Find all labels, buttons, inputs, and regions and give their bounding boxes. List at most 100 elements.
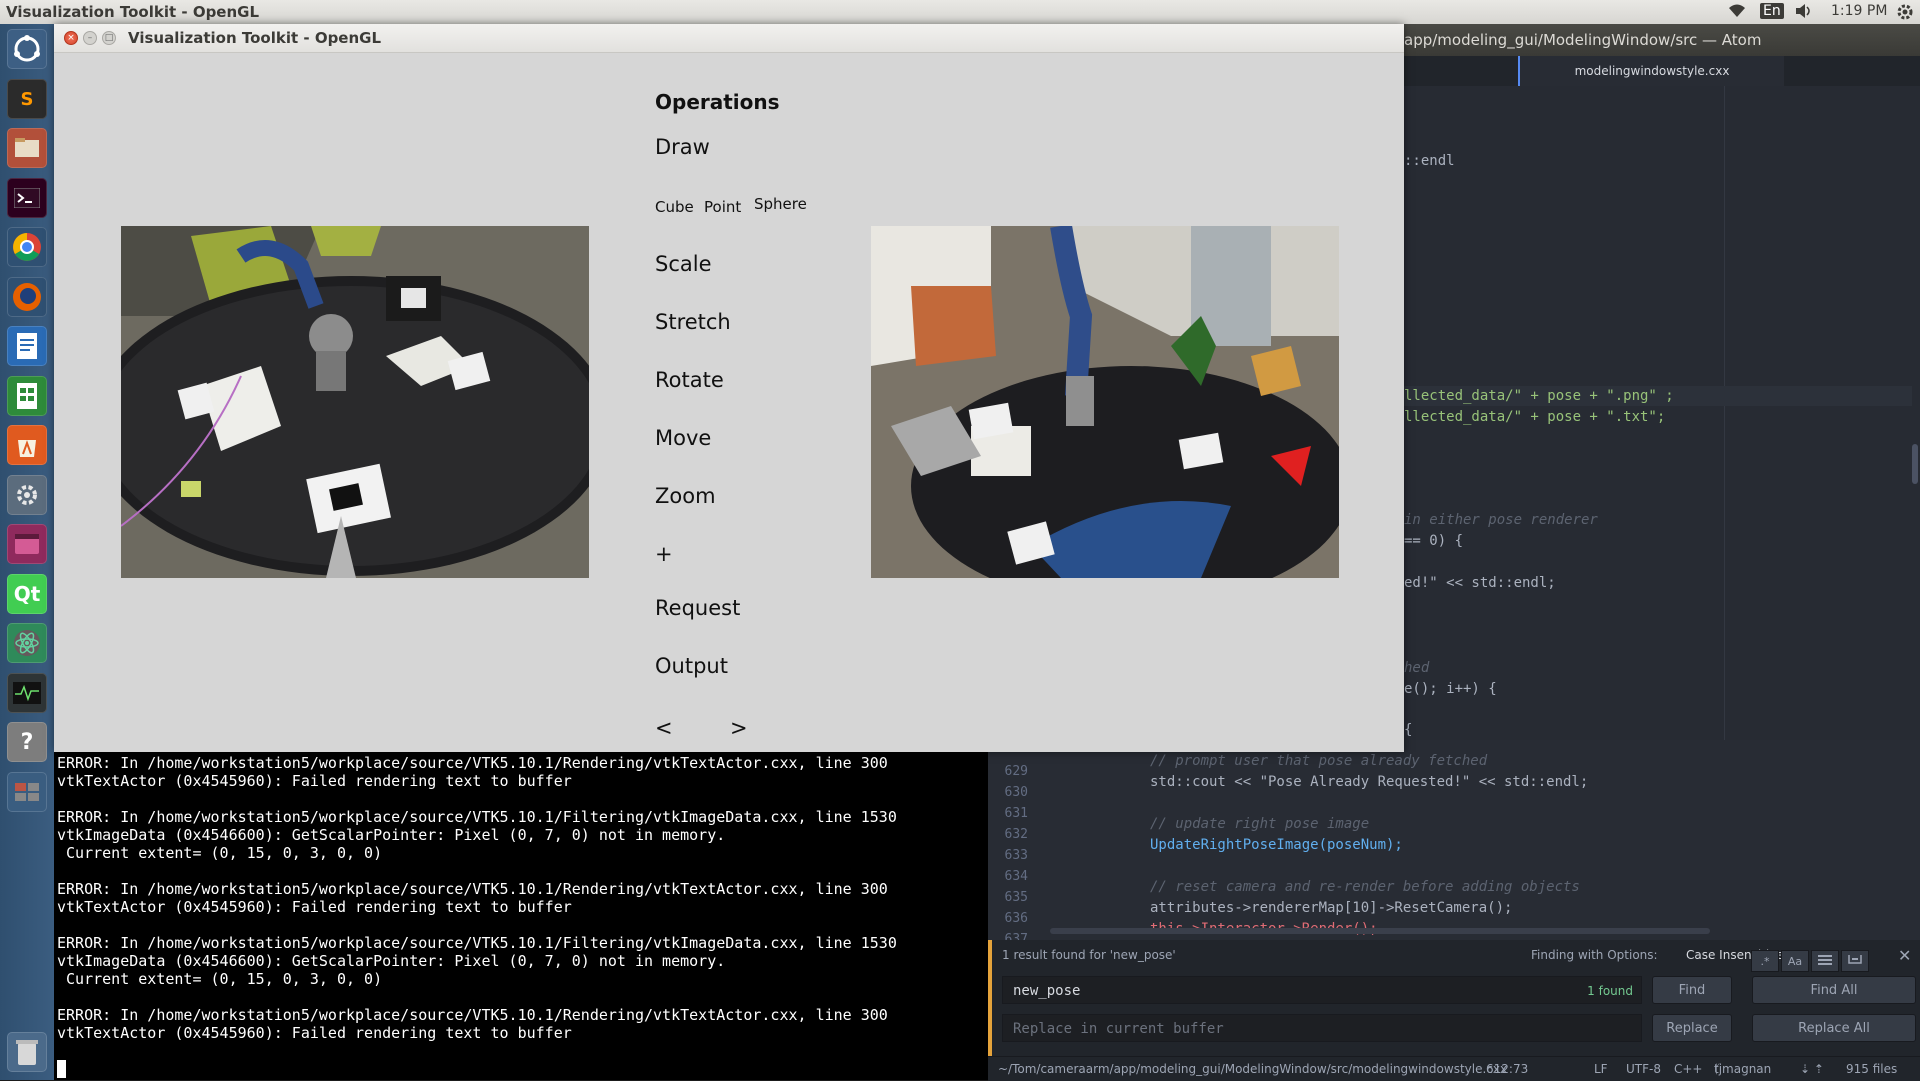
rotate-button[interactable]: Rotate [655, 368, 724, 392]
code-line: in either pose renderer [1404, 512, 1598, 528]
replace-button[interactable]: Replace [1652, 1014, 1732, 1042]
vtk-title-bar[interactable]: × – □ Visualization Toolkit - OpenGL [54, 24, 1404, 53]
code-line: // prompt user that pose already fetched [1150, 753, 1488, 769]
gear-icon[interactable] [1896, 3, 1914, 25]
line-number: 633 [1004, 848, 1028, 863]
atom-status-bar: ~/Tom/cameraarm/app/modeling_gui/Modelin… [988, 1056, 1920, 1081]
stretch-button[interactable]: Stretch [655, 310, 731, 334]
code-line: llected_data/" + pose + ".txt"; [1404, 409, 1666, 425]
code-line: // reset camera and re-render before add… [1150, 879, 1580, 895]
keyboard-layout-indicator[interactable]: En [1760, 3, 1784, 19]
line-ending[interactable]: LF [1594, 1057, 1608, 1081]
replace-input[interactable]: Replace in current buffer [1002, 1014, 1642, 1042]
code-line: std::cout << "Pose Already Requested!" <… [1150, 774, 1589, 790]
cursor-position[interactable]: 612:73 [1486, 1057, 1528, 1081]
qt-creator-icon[interactable]: Qt [7, 574, 47, 614]
line-number: 635 [1004, 890, 1028, 905]
terminal-line: ERROR: In /home/workstation5/workplace/s… [57, 1006, 888, 1024]
previous-button[interactable]: < [655, 716, 673, 740]
calc-icon[interactable] [7, 376, 47, 416]
sphere-button[interactable]: Sphere [754, 195, 807, 213]
find-all-button[interactable]: Find All [1752, 976, 1916, 1004]
replace-all-button[interactable]: Replace All [1752, 1014, 1916, 1042]
vtk-window: × – □ Visualization Toolkit - OpenGL Ope… [54, 24, 1404, 752]
code-line: // update right pose image [1150, 816, 1370, 832]
terminal-cursor [57, 1060, 66, 1078]
cube-button[interactable]: Cube [655, 198, 694, 216]
close-icon[interactable]: ✕ [1898, 946, 1911, 965]
terminal-line: ERROR: In /home/workstation5/workplace/s… [57, 808, 897, 826]
scale-button[interactable]: Scale [655, 252, 712, 276]
settings-icon[interactable] [7, 475, 47, 515]
grammar[interactable]: C++ [1674, 1057, 1703, 1081]
code-line: UpdateRightPoseImage(poseNum); [1150, 837, 1403, 853]
right-camera-image[interactable] [871, 226, 1339, 578]
file-path[interactable]: ~/Tom/cameraarm/app/modeling_gui/Modelin… [998, 1057, 1507, 1081]
atom-icon[interactable] [7, 623, 47, 663]
terminal-line: vtkImageData (0x4546600): GetScalarPoint… [57, 952, 726, 970]
firefox-icon[interactable] [7, 277, 47, 317]
code-line: { [1404, 722, 1413, 738]
code-line: == 0) { [1404, 533, 1464, 549]
branch-name: tjmagnan [1714, 1062, 1772, 1076]
code-line: e(); i++) { [1404, 681, 1497, 697]
left-camera-image[interactable] [121, 226, 589, 578]
request-button[interactable]: Request [655, 596, 740, 620]
volume-icon[interactable] [1794, 3, 1814, 23]
top-panel: Visualization Toolkit - OpenGL En 1:19 P… [0, 0, 1920, 24]
software-center-icon[interactable] [7, 425, 47, 465]
close-icon[interactable]: × [64, 31, 78, 45]
maximize-icon[interactable]: □ [102, 31, 116, 45]
workspace-icon[interactable] [7, 772, 47, 812]
find-button[interactable]: Find [1652, 976, 1732, 1004]
files-icon[interactable] [7, 128, 47, 168]
code-line: attributes->rendererMap[10]->ResetCamera… [1150, 900, 1513, 916]
point-button[interactable]: Point [704, 198, 741, 216]
terminal-line: ERROR: In /home/workstation5/workplace/s… [57, 934, 897, 952]
zoom-button[interactable]: Zoom [655, 484, 716, 508]
whole-word-toggle-button[interactable] [1841, 950, 1869, 972]
app-icon[interactable] [7, 524, 47, 564]
atom-title-bar: app/modeling_gui/ModelingWindow/src — At… [1404, 24, 1920, 56]
trash-icon[interactable] [7, 1032, 47, 1072]
found-count: 1 found [1587, 984, 1633, 998]
fetch-icon[interactable]: ⇣ ⇡ [1800, 1057, 1824, 1081]
output-button[interactable]: Output [655, 654, 728, 678]
operations-heading: Operations [655, 90, 780, 114]
line-number: 630 [1004, 785, 1028, 800]
clock[interactable]: 1:19 PM [1831, 3, 1887, 19]
writer-icon[interactable] [7, 326, 47, 366]
line-number: 632 [1004, 827, 1028, 842]
line-number: 631 [1004, 806, 1028, 821]
active-window-title: Visualization Toolkit - OpenGL [6, 3, 260, 21]
file-count[interactable]: 915 files [1846, 1057, 1897, 1081]
editor-scrollbar[interactable] [1912, 444, 1918, 484]
minimize-icon[interactable]: – [83, 31, 97, 45]
case-sensitive-toggle-button[interactable]: Aa [1781, 950, 1809, 972]
tab-modelingwindowstyle[interactable]: modelingwindowstyle.cxx [1518, 56, 1784, 86]
file-encoding[interactable]: UTF-8 [1626, 1057, 1661, 1081]
terminal-output[interactable]: ERROR: In /home/workstation5/workplace/s… [54, 752, 988, 1080]
add-button[interactable]: + [655, 542, 673, 566]
atom-tab-bar: modelingwindowstyle.cxx [1404, 56, 1920, 86]
find-input[interactable]: new_pose 1 found [1002, 976, 1642, 1004]
sublime-text-icon[interactable]: S [7, 79, 47, 119]
find-options-label: Finding with Options: [1531, 948, 1658, 962]
help-icon[interactable]: ? [7, 722, 47, 762]
terminal-icon[interactable] [7, 178, 47, 218]
wifi-icon[interactable] [1728, 3, 1746, 23]
ubuntu-icon[interactable] [7, 29, 47, 69]
regex-toggle-button[interactable]: .* [1751, 950, 1779, 972]
code-line: ed!" << std::endl; [1404, 575, 1556, 591]
find-replace-panel: 1 result found for 'new_pose' Finding wi… [988, 940, 1920, 1056]
next-button[interactable]: > [730, 716, 748, 740]
selection-only-toggle-button[interactable] [1811, 950, 1839, 972]
terminal-line: Current extent= (0, 15, 0, 3, 0, 0) [57, 844, 383, 862]
horizontal-scrollbar[interactable] [1050, 928, 1710, 934]
terminal-line: vtkTextActor (0x4545960): Failed renderi… [57, 772, 572, 790]
move-button[interactable]: Move [655, 426, 711, 450]
chrome-icon[interactable] [7, 227, 47, 267]
vtk-window-title: Visualization Toolkit - OpenGL [128, 29, 382, 47]
draw-button[interactable]: Draw [655, 135, 710, 159]
system-monitor-icon[interactable] [7, 673, 47, 713]
